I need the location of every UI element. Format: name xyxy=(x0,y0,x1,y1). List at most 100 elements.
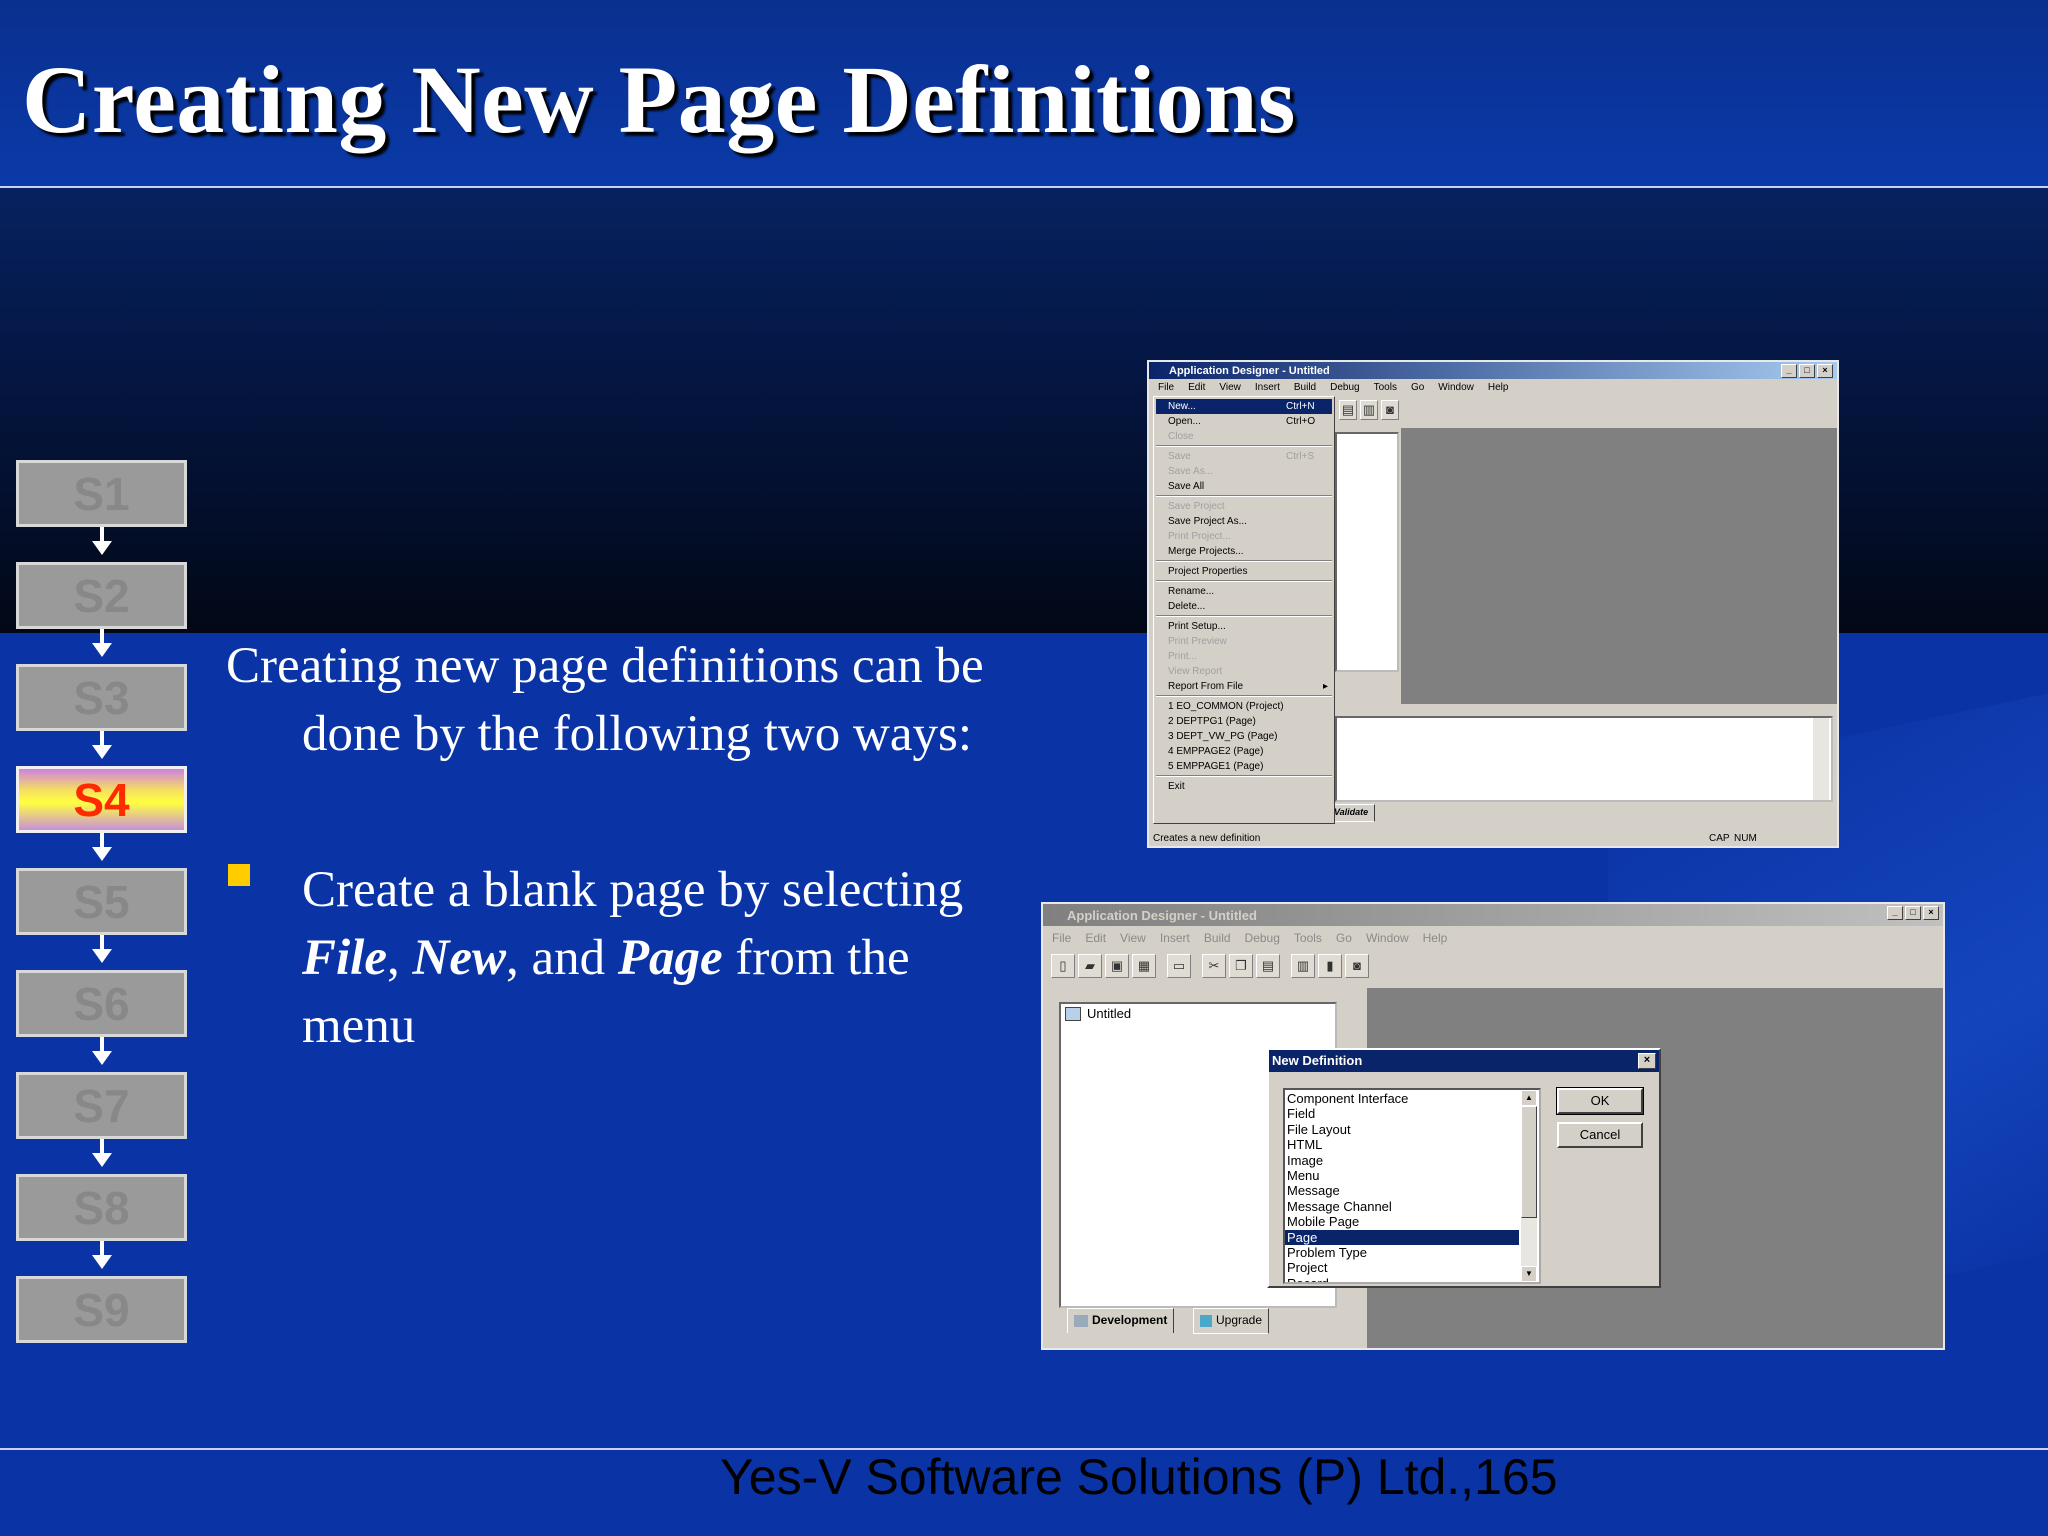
tab-upgrade[interactable]: Upgrade xyxy=(1193,1308,1270,1334)
step-box-s3[interactable]: S3 xyxy=(16,664,187,731)
window2-title: Application Designer - Untitled xyxy=(1067,907,1257,923)
tab-development[interactable]: Development xyxy=(1067,1308,1175,1333)
menu-file[interactable]: File xyxy=(1045,928,1078,948)
menu-debug[interactable]: Debug xyxy=(1323,380,1366,395)
status-text: Creates a new definition xyxy=(1153,833,1261,844)
file-menu-item[interactable]: Delete... xyxy=(1156,599,1332,614)
save-icon[interactable]: ▣ xyxy=(1105,954,1129,978)
definition-type-item[interactable]: Menu xyxy=(1285,1168,1519,1183)
file-menu-item[interactable]: 5 EMPPAGE1 (Page) xyxy=(1156,759,1332,774)
build-icon[interactable]: ▮ xyxy=(1318,954,1342,978)
file-menu-item[interactable]: Save All xyxy=(1156,479,1332,494)
new-file-icon[interactable]: ▯ xyxy=(1051,954,1075,978)
ok-button[interactable]: OK xyxy=(1556,1087,1644,1115)
dialog-close-icon[interactable]: × xyxy=(1638,1053,1656,1069)
toolbar-button-icon[interactable]: ◙ xyxy=(1381,400,1399,420)
output-scrollbar[interactable] xyxy=(1813,718,1829,800)
menu-edit[interactable]: Edit xyxy=(1181,380,1212,395)
definition-type-item[interactable]: Mobile Page xyxy=(1285,1214,1519,1229)
menu-file[interactable]: File xyxy=(1151,380,1181,395)
file-menu-item[interactable]: Print Setup... xyxy=(1156,619,1332,634)
menu-window[interactable]: Window xyxy=(1359,928,1416,948)
file-menu-item[interactable]: Save Project As... xyxy=(1156,514,1332,529)
app-designer-window-new-definition: Application Designer - Untitled _ □ × Fi… xyxy=(1041,902,1945,1350)
definition-type-item[interactable]: Image xyxy=(1285,1153,1519,1168)
cancel-button[interactable]: Cancel xyxy=(1557,1122,1643,1148)
menu-help[interactable]: Help xyxy=(1416,928,1455,948)
definition-type-item[interactable]: Record xyxy=(1285,1276,1519,1282)
file-menu-item[interactable]: Merge Projects... xyxy=(1156,544,1332,559)
project-workspace[interactable] xyxy=(1335,432,1399,672)
definition-type-item[interactable]: Page xyxy=(1285,1229,1519,1245)
step-box-s6[interactable]: S6 xyxy=(16,970,187,1037)
definition-type-item[interactable]: Field xyxy=(1285,1106,1519,1121)
step-box-s1[interactable]: S1 xyxy=(16,460,187,527)
menu-view[interactable]: View xyxy=(1113,928,1153,948)
close-icon[interactable]: × xyxy=(1923,906,1939,920)
step-box-s8[interactable]: S8 xyxy=(16,1174,187,1241)
maximize-icon[interactable]: □ xyxy=(1905,906,1921,920)
menu-window[interactable]: Window xyxy=(1431,380,1481,395)
bullet-square-icon xyxy=(228,864,250,886)
file-menu-item[interactable]: Report From File ▸ xyxy=(1156,679,1332,694)
scroll-down-icon[interactable]: ▼ xyxy=(1521,1266,1537,1282)
file-menu-item[interactable]: 3 DEPT_VW_PG (Page) xyxy=(1156,729,1332,744)
definition-type-item[interactable]: Project xyxy=(1285,1260,1519,1275)
file-menu-item[interactable]: Rename... xyxy=(1156,584,1332,599)
step-box-s5[interactable]: S5 xyxy=(16,868,187,935)
window1-controls: _ □ × xyxy=(1781,364,1833,378)
menu-tools[interactable]: Tools xyxy=(1287,928,1329,948)
definition-type-item[interactable]: Message xyxy=(1285,1183,1519,1198)
save-all-icon[interactable]: ▦ xyxy=(1132,954,1156,978)
file-menu-shortcut: Ctrl+O xyxy=(1286,416,1316,427)
definition-type-item[interactable]: HTML xyxy=(1285,1137,1519,1152)
definition-workspace xyxy=(1401,428,1837,704)
menu-build[interactable]: Build xyxy=(1287,380,1323,395)
list-scrollbar[interactable]: ▲ ▼ xyxy=(1521,1090,1537,1282)
menu-tools[interactable]: Tools xyxy=(1367,380,1404,395)
menu-build[interactable]: Build xyxy=(1197,928,1238,948)
copy-icon[interactable]: ❐ xyxy=(1229,954,1253,978)
step-box-s4[interactable]: S4 xyxy=(16,766,187,833)
file-menu-item[interactable]: 2 DEPTPG1 (Page) xyxy=(1156,714,1332,729)
toolbar-button-icon[interactable]: ▤ xyxy=(1339,400,1357,420)
minimize-icon[interactable]: _ xyxy=(1887,906,1903,920)
project-root[interactable]: Untitled xyxy=(1065,1006,1131,1021)
scroll-thumb[interactable] xyxy=(1521,1106,1537,1218)
step-box-s9[interactable]: S9 xyxy=(16,1276,187,1343)
step-box-s2[interactable]: S2 xyxy=(16,562,187,629)
definition-type-list[interactable]: Component Interface Field File Layout HTML I… xyxy=(1283,1088,1541,1284)
menu-insert[interactable]: Insert xyxy=(1153,928,1197,948)
definition-type-item[interactable]: Message Channel xyxy=(1285,1199,1519,1214)
definition-type-item[interactable]: Problem Type xyxy=(1285,1245,1519,1260)
menu-insert[interactable]: Insert xyxy=(1248,380,1287,395)
menu-view[interactable]: View xyxy=(1212,380,1248,395)
menu-go[interactable]: Go xyxy=(1404,380,1431,395)
toolbar-button-icon[interactable]: ▥ xyxy=(1360,400,1378,420)
properties-icon[interactable]: ▥ xyxy=(1291,954,1315,978)
scroll-up-icon[interactable]: ▲ xyxy=(1521,1090,1537,1106)
output-window[interactable] xyxy=(1335,716,1833,802)
file-menu-item[interactable]: Exit xyxy=(1156,779,1332,794)
menu-debug[interactable]: Debug xyxy=(1238,928,1287,948)
close-icon[interactable]: × xyxy=(1817,364,1833,378)
maximize-icon[interactable]: □ xyxy=(1799,364,1815,378)
print-icon[interactable]: ▭ xyxy=(1167,954,1191,978)
validate-icon[interactable]: ◙ xyxy=(1345,954,1369,978)
paste-icon[interactable]: ▤ xyxy=(1256,954,1280,978)
minimize-icon[interactable]: _ xyxy=(1781,364,1797,378)
definition-type-item[interactable]: File Layout xyxy=(1285,1122,1519,1137)
menu-go[interactable]: Go xyxy=(1329,928,1359,948)
file-menu-item[interactable]: 4 EMPPAGE2 (Page) xyxy=(1156,744,1332,759)
file-menu-item-label: Save As... xyxy=(1168,466,1214,477)
menu-edit[interactable]: Edit xyxy=(1078,928,1113,948)
file-menu-item[interactable]: 1 EO_COMMON (Project) xyxy=(1156,699,1332,714)
open-folder-icon[interactable]: ▰ xyxy=(1078,954,1102,978)
cut-icon[interactable]: ✂ xyxy=(1202,954,1226,978)
file-menu-item[interactable]: Project Properties xyxy=(1156,564,1332,579)
file-menu-item[interactable]: New... Ctrl+N xyxy=(1156,399,1332,414)
definition-type-item[interactable]: Component Interface xyxy=(1285,1091,1519,1106)
file-menu-item[interactable]: Open... Ctrl+O xyxy=(1156,414,1332,429)
step-box-s7[interactable]: S7 xyxy=(16,1072,187,1139)
menu-help[interactable]: Help xyxy=(1481,380,1516,395)
